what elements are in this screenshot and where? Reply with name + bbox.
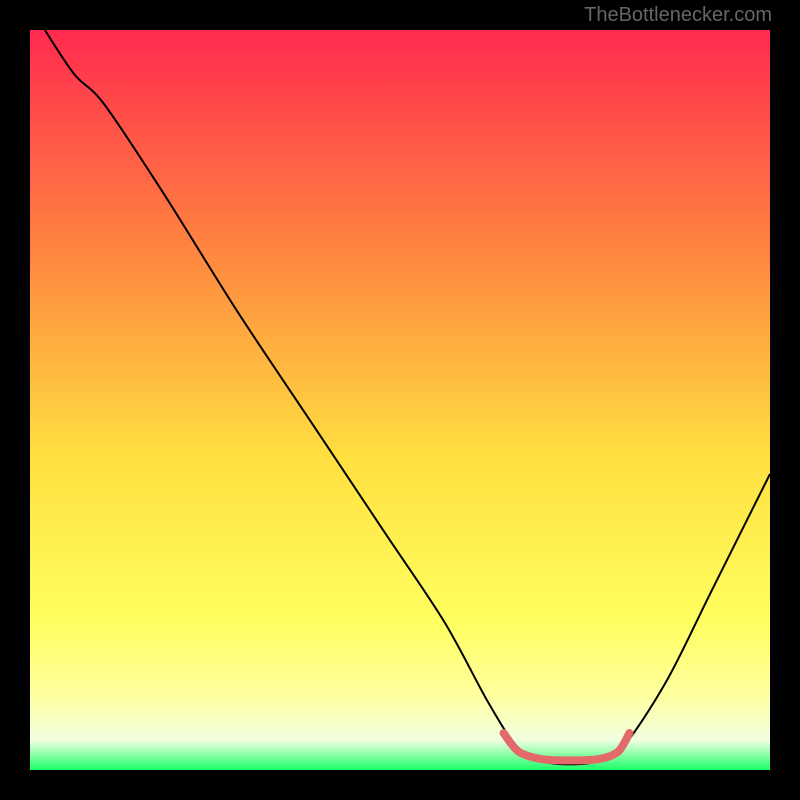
watermark-text: TheBottlenecker.com — [584, 4, 772, 27]
chart-svg — [30, 30, 770, 770]
chart-container: TheBottlenecker.com — [0, 0, 800, 800]
gradient-background — [30, 30, 770, 770]
plot-area — [30, 30, 770, 770]
